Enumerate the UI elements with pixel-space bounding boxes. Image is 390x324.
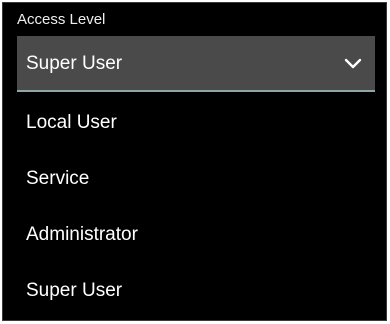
access-level-select[interactable]: Super User <box>17 36 375 92</box>
option-label: Service <box>26 168 90 189</box>
access-level-options-list: Local User Service Administrator Super U… <box>17 95 375 319</box>
access-level-label: Access Level <box>17 11 106 28</box>
option-label: Super User <box>26 280 123 301</box>
option-label: Administrator <box>26 224 138 245</box>
option-super-user[interactable]: Super User <box>17 263 375 319</box>
access-level-panel: Access Level Super User Local User Servi… <box>2 2 387 321</box>
chevron-down-icon <box>344 58 362 69</box>
option-service[interactable]: Service <box>17 151 375 207</box>
option-local-user[interactable]: Local User <box>17 95 375 151</box>
option-administrator[interactable]: Administrator <box>17 207 375 263</box>
selected-value: Super User <box>26 53 123 74</box>
option-label: Local User <box>26 112 117 133</box>
